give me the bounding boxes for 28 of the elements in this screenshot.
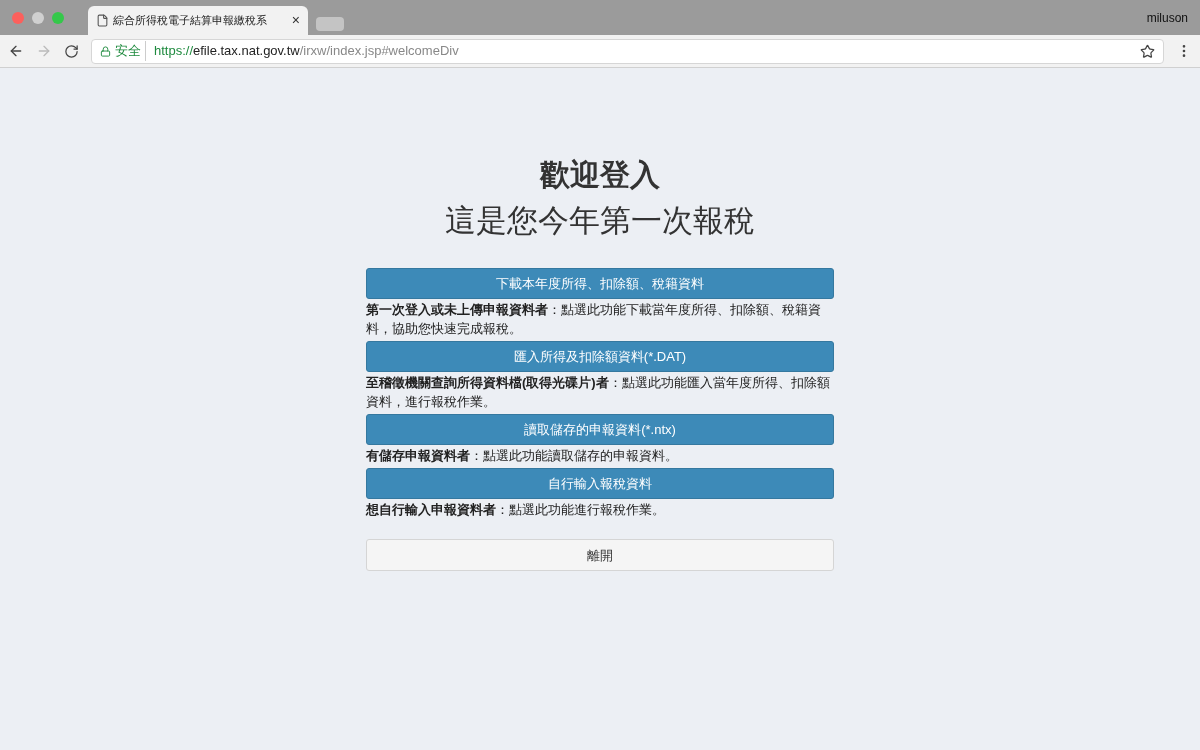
bookmark-star-icon[interactable] [1140,43,1155,59]
leave-button[interactable]: 離開 [366,539,834,572]
new-tab-button[interactable] [316,17,344,31]
maximize-window-icon[interactable] [52,11,64,24]
minimize-window-icon[interactable] [32,11,44,24]
profile-name[interactable]: miluson [1146,9,1188,27]
page-icon [96,14,109,27]
tab-title: 綜合所得稅電子結算申報繳稅系 [113,13,268,29]
browser-tab[interactable]: 綜合所得稅電子結算申報繳稅系 × [88,6,308,35]
address-bar[interactable]: 安全 https://efile.tax.nat.gov.tw/irxw/index.jsp#welcomeDiv [91,38,1164,64]
lock-icon [100,45,111,57]
option-description: 第一次登入或未上傳申報資料者：點選此功能下載當年度所得、扣除額、稅籍資料，協助您快速完成報稅。 [366,301,822,339]
reload-icon[interactable] [64,43,79,59]
option-description: 想自行輸入申報資料者：點選此功能進行報稅作業。 [366,501,666,520]
close-window-icon[interactable] [12,11,24,24]
page-title: 歡迎登入 [540,157,660,193]
forward-icon[interactable] [36,43,52,59]
url-text: https://efile.tax.nat.gov.tw/irxw/index.jsp#welcomeDiv [153,42,459,61]
back-icon[interactable] [8,43,24,59]
option-button[interactable]: 下載本年度所得、扣除額、稅籍資料 [366,268,834,300]
option-button[interactable]: 讀取儲存的申報資料(*.ntx) [366,414,834,446]
tab-close-button[interactable]: × [291,10,300,31]
security-label: 安全 [115,41,146,61]
page-subtitle: 這是您今年第一次報稅 [445,201,755,240]
option-description: 至稽徵機關查詢所得資料檔(取得光碟片)者：點選此功能匯入當年度所得、扣除額資料，進行報稅作業。 [366,374,831,412]
option-description: 有儲存申報資料者：點選此功能讀取儲存的申報資料。 [366,447,679,466]
option-button[interactable]: 匯入所得及扣除額資料(*.DAT) [366,341,834,373]
option-button[interactable]: 自行輸入報稅資料 [366,468,834,500]
